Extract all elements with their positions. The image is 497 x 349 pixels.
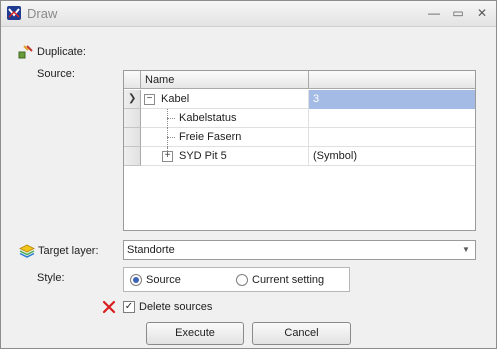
minimize-button[interactable]: — (425, 5, 443, 21)
row-name-cell[interactable]: + SYD Pit 5 (141, 147, 309, 166)
execute-button[interactable]: Execute (146, 322, 244, 345)
duplicate-icon (18, 44, 34, 63)
duplicate-label: Duplicate: (37, 46, 86, 58)
column-header-value[interactable] (309, 71, 475, 89)
delete-sources-checkbox[interactable]: ✓ (123, 301, 135, 313)
row-indicator[interactable]: ❯ (124, 90, 141, 109)
style-radio-group: Source Current setting (123, 267, 350, 292)
tree-row[interactable]: Kabelstatus (124, 109, 475, 128)
tree-line (167, 118, 175, 119)
row-value-text: 3 (313, 93, 320, 105)
row-value-cell[interactable] (309, 128, 475, 147)
row-name-cell[interactable]: − Kabel (141, 90, 309, 109)
source-grid[interactable]: Name ❯ − Kabel 3 Kabelstatus Freie Faser… (123, 70, 476, 231)
delete-sources-label[interactable]: Delete sources (139, 301, 212, 313)
column-header-name[interactable]: Name (141, 71, 309, 89)
layers-icon (19, 243, 35, 262)
radio-current-setting-label[interactable]: Current setting (252, 274, 324, 286)
tree-line (167, 137, 175, 138)
radio-current-setting[interactable] (236, 274, 248, 286)
target-layer-select[interactable]: Standorte ▼ (123, 240, 476, 260)
close-button[interactable]: ✕ (473, 5, 491, 21)
title-bar[interactable]: Draw — ▭ ✕ (1, 1, 496, 27)
chevron-down-icon[interactable]: ▼ (459, 243, 473, 257)
row-value-cell[interactable]: 3 (309, 90, 475, 109)
radio-source[interactable] (130, 274, 142, 286)
grid-header: Name (124, 71, 475, 89)
row-name-text: Kabelstatus (179, 112, 237, 124)
row-value-cell[interactable]: (Symbol) (309, 147, 475, 166)
row-value-cell[interactable] (309, 109, 475, 128)
header-indicator (124, 71, 141, 89)
delete-icon (102, 300, 116, 317)
row-value-text: (Symbol) (313, 150, 358, 162)
style-label: Style: (37, 272, 65, 284)
row-indicator[interactable] (124, 128, 141, 147)
tree-row[interactable]: Freie Fasern (124, 128, 475, 147)
collapse-icon[interactable]: − (144, 94, 155, 105)
row-name-cell[interactable]: Kabelstatus (141, 109, 309, 128)
row-indicator[interactable] (124, 147, 141, 166)
row-name-text: Kabel (161, 93, 190, 105)
current-row-icon: ❯ (128, 93, 137, 104)
cancel-button[interactable]: Cancel (252, 322, 351, 345)
row-indicator[interactable] (124, 109, 141, 128)
tree-row[interactable]: + SYD Pit 5 (Symbol) (124, 147, 475, 166)
expand-icon[interactable]: + (162, 151, 173, 162)
row-name-text: SYD Pit 5 (179, 150, 227, 162)
app-logo-icon (7, 6, 21, 20)
row-name-cell[interactable]: Freie Fasern (141, 128, 309, 147)
target-layer-value: Standorte (127, 244, 175, 256)
window-title: Draw (27, 6, 58, 21)
target-layer-label: Target layer: (38, 245, 99, 257)
source-label: Source: (37, 68, 75, 80)
row-name-text: Freie Fasern (179, 131, 242, 143)
radio-source-label[interactable]: Source (146, 274, 181, 286)
draw-dialog: Draw — ▭ ✕ Duplicate: Source: Name ❯ − K… (0, 0, 497, 349)
maximize-button[interactable]: ▭ (449, 5, 467, 21)
tree-row[interactable]: ❯ − Kabel 3 (124, 90, 475, 109)
